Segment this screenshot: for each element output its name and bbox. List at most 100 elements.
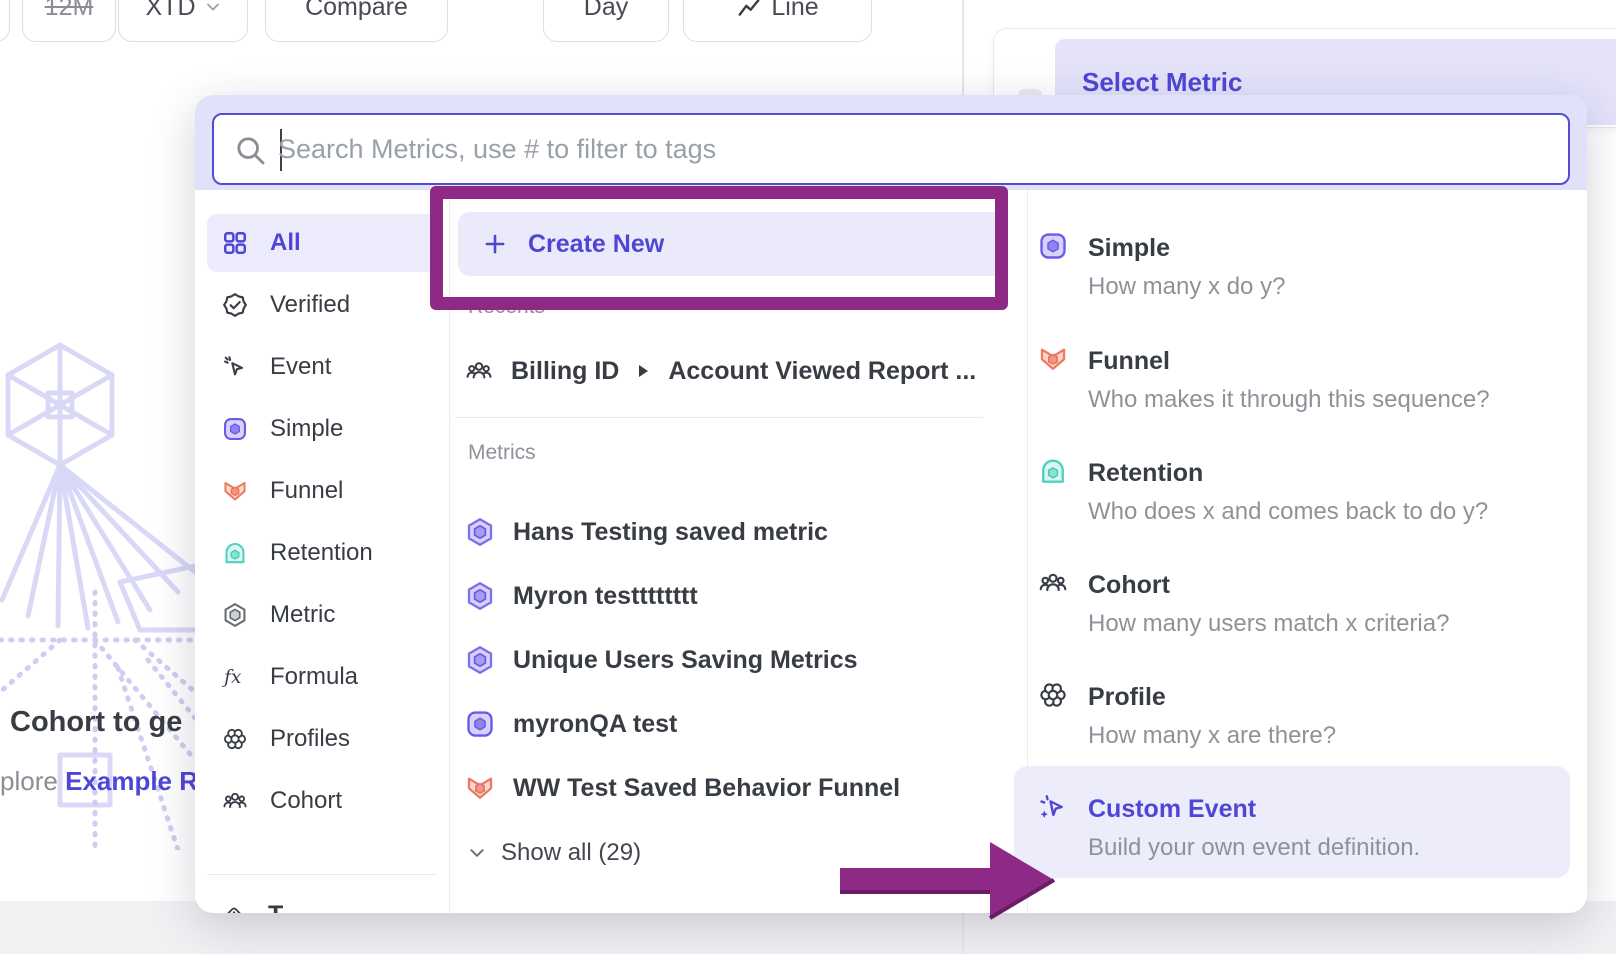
sidebar-item-funnel[interactable]: Funnel <box>207 462 439 520</box>
saved-metric-hexagon-icon <box>465 645 495 675</box>
sidebar-item-label: Profiles <box>270 725 350 753</box>
search-input[interactable] <box>278 119 1558 179</box>
show-all-button[interactable]: Show all (29) <box>468 833 768 873</box>
caret-right-icon <box>639 365 648 377</box>
metric-item-label: Myron testttttttt <box>513 582 698 611</box>
chevron-down-icon <box>205 0 221 15</box>
simple-metric-icon <box>222 416 248 442</box>
metric-list-item[interactable]: myronQA test <box>465 702 1010 746</box>
metric-item-label: Hans Testing saved metric <box>513 518 828 547</box>
type-simple[interactable]: Simple How many x do y? <box>1038 230 1578 322</box>
app-root: 12M XTD Compare Day Line <box>0 0 1616 954</box>
chart-type-line-label: Line <box>771 0 818 22</box>
recent-item-secondary: Account Viewed Report ... <box>668 357 976 386</box>
custom-event-sparkle-cursor-icon <box>1038 792 1068 822</box>
metric-item-label: myronQA test <box>513 710 677 739</box>
saved-metric-hexagon-icon <box>465 517 495 547</box>
metric-list-item[interactable]: Hans Testing saved metric <box>465 510 1010 554</box>
cohort-people-icon <box>222 788 248 814</box>
annotation-arrow <box>836 838 1068 922</box>
cohort-people-icon <box>465 357 493 385</box>
sidebar-item-label: Funnel <box>270 477 343 505</box>
line-chart-icon <box>736 0 762 20</box>
type-profile[interactable]: Profile How many x are there? <box>1038 679 1578 771</box>
sidebar-item-label: Metric <box>270 601 335 629</box>
search-box <box>212 113 1570 185</box>
metric-list-item[interactable]: Unique Users Saving Metrics <box>465 638 1010 682</box>
type-title: Funnel <box>1088 343 1170 379</box>
sidebar-item-label: Simple <box>270 415 343 443</box>
funnel-icon <box>1038 344 1068 374</box>
sidebar-item-label: Retention <box>270 539 373 567</box>
metric-hexagon-icon <box>222 602 248 628</box>
toolbar-edge-button[interactable] <box>0 0 10 42</box>
type-description: How many x do y? <box>1088 270 1285 304</box>
range-12m-button[interactable]: 12M <box>22 0 116 42</box>
type-description: Who does x and comes back to do y? <box>1088 495 1488 529</box>
type-custom-event[interactable]: Custom Event Build your own event defini… <box>1038 791 1578 883</box>
metric-item-label: Unique Users Saving Metrics <box>513 646 858 675</box>
sidebar-divider <box>207 874 437 875</box>
type-description: How many x are there? <box>1088 719 1336 753</box>
annotation-highlight-box <box>430 186 1008 310</box>
compare-button[interactable]: Compare <box>265 0 448 42</box>
sidebar-item-label: Event <box>270 353 331 381</box>
type-retention[interactable]: Retention Who does x and comes back to d… <box>1038 455 1578 547</box>
sidebar-item-simple[interactable]: Simple <box>207 400 439 458</box>
metric-list-item[interactable]: Myron testttttttt <box>465 574 1010 618</box>
type-cohort[interactable]: Cohort How many users match x criteria? <box>1038 567 1578 659</box>
type-funnel[interactable]: Funnel Who makes it through this sequenc… <box>1038 343 1578 435</box>
sidebar-item-partial[interactable]: T <box>207 893 439 913</box>
sidebar-item-label: All <box>270 229 301 257</box>
cohort-people-icon <box>1038 568 1068 598</box>
type-title: Profile <box>1088 679 1166 715</box>
type-description: Build your own event definition. <box>1088 831 1420 865</box>
recent-item-primary: Billing ID <box>511 357 619 386</box>
type-title: Retention <box>1088 455 1203 491</box>
type-description: How many users match x criteria? <box>1088 607 1449 641</box>
retention-icon <box>1038 456 1068 486</box>
profiles-flower-icon <box>1038 680 1068 710</box>
grid-icon <box>222 230 248 256</box>
metric-list-item[interactable]: WW Test Saved Behavior Funnel <box>465 766 1010 810</box>
example-link[interactable]: Example <box>65 766 172 796</box>
simple-metric-icon <box>1038 231 1068 261</box>
tag-icon <box>222 903 246 913</box>
type-description: Who makes it through this sequence? <box>1088 383 1490 417</box>
funnel-icon <box>465 773 495 803</box>
saved-metric-hexagon-icon <box>465 581 495 611</box>
formula-fx-icon: ƒx <box>222 664 248 690</box>
sidebar-item-label: Cohort <box>270 787 342 815</box>
sidebar-item-retention[interactable]: Retention <box>207 524 439 582</box>
simple-metric-icon <box>465 709 495 739</box>
sidebar-item-metric[interactable]: Metric <box>207 586 439 644</box>
sidebar-item-label: Verified <box>270 291 350 319</box>
explore-text: plore <box>0 766 58 796</box>
chevron-down-icon <box>468 844 486 862</box>
interval-day-button[interactable]: Day <box>543 0 669 42</box>
sidebar-item-profiles[interactable]: Profiles <box>207 710 439 768</box>
type-title: Custom Event <box>1088 791 1256 827</box>
range-xtd-label: XTD <box>146 0 196 22</box>
sidebar-item-label: T <box>268 901 283 914</box>
metrics-heading: Metrics <box>468 441 536 465</box>
sidebar-item-formula[interactable]: ƒx Formula <box>207 648 439 706</box>
metrics-divider <box>455 417 983 418</box>
range-xtd-button[interactable]: XTD <box>118 0 248 42</box>
funnel-icon <box>222 478 248 504</box>
sidebar-item-label: Formula <box>270 663 358 691</box>
sidebar-item-verified[interactable]: Verified <box>207 276 439 334</box>
type-title: Cohort <box>1088 567 1170 603</box>
show-all-label: Show all (29) <box>501 839 641 867</box>
sidebar-item-cohort[interactable]: Cohort <box>207 772 439 830</box>
recent-item[interactable]: Billing ID Account Viewed Report ... <box>465 350 1005 392</box>
profiles-flower-icon <box>222 726 248 752</box>
sidebar-item-all[interactable]: All <box>207 214 439 272</box>
chart-type-line-button[interactable]: Line <box>683 0 872 42</box>
metric-item-label: WW Test Saved Behavior Funnel <box>513 774 900 803</box>
retention-icon <box>222 540 248 566</box>
event-cursor-icon <box>222 354 248 380</box>
search-icon <box>234 134 268 168</box>
type-title: Simple <box>1088 230 1170 266</box>
sidebar-item-event[interactable]: Event <box>207 338 439 396</box>
